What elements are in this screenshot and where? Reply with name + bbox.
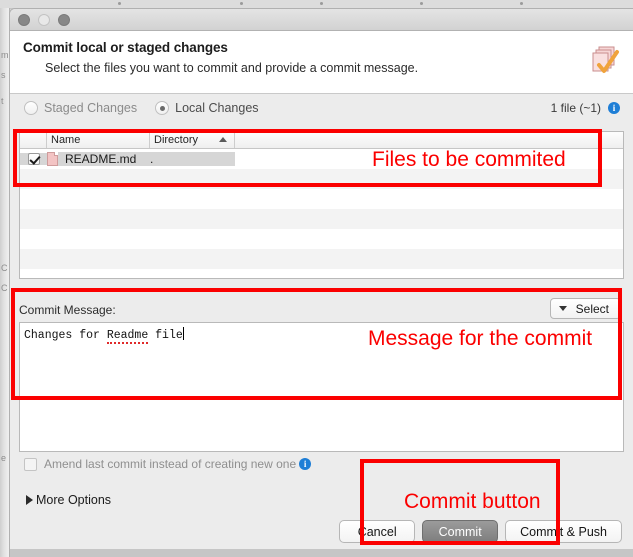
page-title: Commit local or staged changes xyxy=(23,40,228,55)
column-header-spacer xyxy=(235,132,623,148)
background-dot xyxy=(118,2,121,5)
cancel-button[interactable]: Cancel xyxy=(339,520,416,543)
triangle-right-icon xyxy=(26,495,33,505)
commit-document-check-icon xyxy=(590,45,620,77)
chevron-down-icon xyxy=(558,306,567,311)
radio-staged-indicator xyxy=(24,101,38,115)
background-dot xyxy=(320,2,323,5)
row-checkbox[interactable] xyxy=(27,153,40,165)
amend-checkbox[interactable] xyxy=(24,457,37,471)
commit-and-push-button[interactable]: Commit & Push xyxy=(505,520,622,543)
text-caret xyxy=(182,327,184,340)
commit-message-text-misspelled: Readme xyxy=(106,329,149,344)
row-name-cell: README.md xyxy=(47,152,150,166)
zoom-button-icon[interactable] xyxy=(58,13,70,26)
row-directory-cell: . xyxy=(150,152,235,166)
column-header-name[interactable]: Name xyxy=(47,132,150,148)
radio-staged-label: Staged Changes xyxy=(44,101,138,115)
sort-ascending-icon xyxy=(219,137,227,142)
amend-label: Amend last commit instead of creating ne… xyxy=(44,457,297,471)
info-icon[interactable]: i xyxy=(299,458,312,470)
radio-local-label: Local Changes xyxy=(175,101,259,115)
close-button-icon[interactable] xyxy=(18,13,30,26)
column-header-check[interactable] xyxy=(20,132,47,148)
table-empty-row xyxy=(20,209,623,229)
screenshot-root: m s t C C e Commit local or staged chang… xyxy=(0,0,633,557)
commit-dialog: Commit local or staged changes Select th… xyxy=(9,8,633,557)
commit-message-toolbar: Commit Message: Select xyxy=(19,297,624,323)
info-icon[interactable]: i xyxy=(608,102,620,114)
background-dot xyxy=(420,2,423,5)
background-dot xyxy=(520,2,523,5)
commit-button[interactable]: Commit xyxy=(422,520,499,543)
select-message-button[interactable]: Select xyxy=(549,298,621,319)
page-subtitle: Select the files you want to commit and … xyxy=(45,61,419,75)
file-icon xyxy=(47,152,58,166)
annotation-label-files: Files to be commited xyxy=(372,148,566,171)
dialog-button-row: Cancel Commit Commit & Push xyxy=(339,520,622,543)
dialog-titlebar[interactable] xyxy=(10,9,633,31)
column-header-directory[interactable]: Directory xyxy=(150,132,235,148)
commit-message-text-before: Changes for xyxy=(24,329,107,342)
row-file-name: README.md xyxy=(65,152,137,166)
radio-local-changes[interactable]: Local Changes xyxy=(155,101,259,115)
table-empty-row xyxy=(20,169,623,189)
more-options-label: More Options xyxy=(36,493,112,507)
table-empty-row xyxy=(20,249,623,269)
dialog-bottom-bar xyxy=(10,549,633,557)
more-options-disclosure[interactable]: More Options xyxy=(26,493,111,507)
changes-scope-toolbar: Staged Changes Local Changes 1 file (~1)… xyxy=(10,94,633,122)
commit-message-label: Commit Message: xyxy=(19,303,116,317)
annotation-label-message: Message for the commit xyxy=(368,327,593,350)
select-message-label: Select xyxy=(575,301,609,316)
amend-option-row[interactable]: Amend last commit instead of creating ne… xyxy=(24,457,312,471)
table-empty-row xyxy=(20,269,623,278)
annotation-label-commit-button: Commit button xyxy=(404,490,541,513)
radio-local-indicator xyxy=(155,101,170,115)
table-empty-row xyxy=(20,189,623,209)
table-empty-row xyxy=(20,229,623,249)
row-checkbox-cell[interactable] xyxy=(20,153,47,165)
background-dot xyxy=(240,2,243,5)
column-header-directory-label: Directory xyxy=(154,134,199,146)
commit-message-text-after: file xyxy=(148,329,183,342)
dialog-header: Commit local or staged changes Select th… xyxy=(10,31,633,94)
radio-staged-changes[interactable]: Staged Changes xyxy=(24,101,137,115)
minimize-button-icon[interactable] xyxy=(38,13,50,26)
file-count-label: 1 file (~1) xyxy=(550,101,601,115)
table-header-row: Name Directory xyxy=(20,132,623,149)
